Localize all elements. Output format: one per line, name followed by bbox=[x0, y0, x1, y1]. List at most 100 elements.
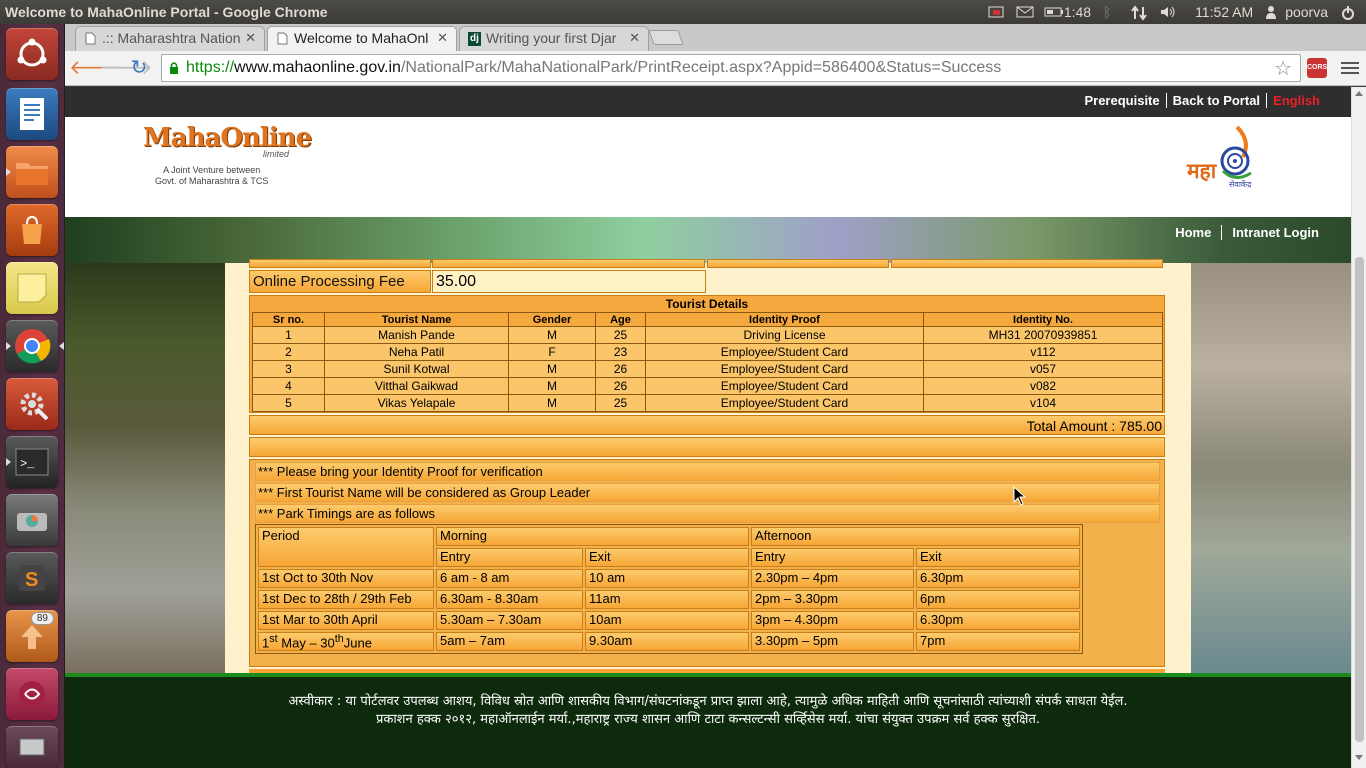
cell-gender: M bbox=[508, 326, 596, 344]
tourist-details-title: Tourist Details bbox=[665, 297, 749, 311]
lock-icon bbox=[170, 62, 178, 74]
col-age: Age bbox=[595, 312, 646, 327]
dash-home-icon[interactable] bbox=[6, 28, 58, 80]
user-name[interactable]: poorva bbox=[1285, 4, 1328, 20]
software-center-icon[interactable] bbox=[6, 204, 58, 256]
trash-icon[interactable] bbox=[6, 726, 58, 768]
cell-age: 26 bbox=[595, 360, 646, 378]
workspace-switcher-icon[interactable] bbox=[6, 668, 58, 720]
cell-tourist-name: Manish Pande bbox=[324, 326, 509, 344]
network-icon[interactable] bbox=[1131, 5, 1147, 21]
morning-exit-header: Exit bbox=[585, 548, 749, 567]
files-folder-icon[interactable] bbox=[6, 146, 58, 198]
period-cell: 1st May – 30thJune bbox=[258, 632, 434, 652]
nav-links: Home Intranet Login bbox=[1165, 225, 1329, 240]
page-scrollbar[interactable] bbox=[1351, 87, 1366, 768]
volume-icon[interactable] bbox=[1159, 5, 1175, 19]
django-icon: dj bbox=[468, 32, 481, 46]
tab-django-tutorial[interactable]: dj Writing your first Djar ✕ bbox=[459, 26, 649, 51]
logo-limited-text: limited bbox=[263, 149, 290, 159]
battery-time[interactable]: 1:48 bbox=[1064, 4, 1091, 20]
clock[interactable]: 11:52 AM bbox=[1195, 4, 1253, 20]
period-text: June bbox=[343, 635, 372, 651]
libreoffice-writer-icon[interactable] bbox=[6, 88, 58, 140]
cell-identity-no: v112 bbox=[923, 343, 1163, 361]
cell-gender: M bbox=[508, 360, 596, 378]
address-bar[interactable]: https://www.mahaonline.gov.in/NationalPa… bbox=[161, 54, 1301, 82]
hidden-row-value bbox=[432, 259, 705, 268]
cell-sr-no: 1 bbox=[252, 326, 325, 344]
afternoon-entry-cell: 2pm – 3.30pm bbox=[751, 590, 914, 609]
scroll-down-arrow-icon[interactable] bbox=[1355, 755, 1363, 760]
logo-subtitle: A Joint Venture between Govt. of Maharas… bbox=[155, 165, 268, 187]
power-icon[interactable] bbox=[1340, 5, 1356, 20]
tab-mahaonline-welcome[interactable]: Welcome to MahaOnl ✕ bbox=[267, 26, 457, 51]
tab-close-icon[interactable]: ✕ bbox=[245, 30, 256, 46]
nav-band: Home Intranet Login bbox=[65, 217, 1351, 263]
period-header: Period bbox=[258, 527, 434, 567]
tab-close-icon[interactable]: ✕ bbox=[437, 30, 448, 46]
language-link[interactable]: English bbox=[1266, 93, 1326, 108]
sticky-notes-icon[interactable] bbox=[6, 262, 58, 314]
chrome-menu-icon[interactable] bbox=[1341, 59, 1359, 77]
col-sr-no: Sr no. bbox=[252, 312, 325, 327]
terminal-icon[interactable]: >_ bbox=[6, 436, 58, 488]
tab-label: Welcome to MahaOnl bbox=[294, 30, 429, 46]
back-arrow-icon[interactable]: 🡐 bbox=[69, 57, 123, 79]
morning-entry-cell: 6 am - 8 am bbox=[436, 569, 583, 588]
tab-maharashtra-national-park[interactable]: .:: Maharashtra Nation ✕ bbox=[75, 26, 265, 51]
table-row: 5 Vikas Yelapale M 25 Employee/Student C… bbox=[252, 394, 1163, 412]
chrome-icon[interactable] bbox=[6, 320, 64, 372]
disclaimer-text: अस्वीकार : या पोर्टलवर उपलब्ध आशय, विविध… bbox=[288, 694, 1128, 709]
cors-extension-icon[interactable]: CORS bbox=[1307, 58, 1327, 78]
cell-tourist-name: Vitthal Gaikwad bbox=[324, 377, 509, 395]
fee-value: 35.00 bbox=[432, 270, 706, 293]
prerequisite-link[interactable]: Prerequisite bbox=[1078, 93, 1165, 108]
cell-sr-no: 2 bbox=[252, 343, 325, 361]
timings-row: 1st May – 30thJune 5am – 7am 9.30am 3.30… bbox=[258, 632, 1080, 652]
mail-icon[interactable] bbox=[1016, 5, 1034, 19]
forest-background-left bbox=[65, 263, 225, 673]
cell-gender: F bbox=[508, 343, 596, 361]
home-link[interactable]: Home bbox=[1165, 225, 1221, 240]
system-settings-icon[interactable] bbox=[6, 378, 58, 430]
update-manager-icon[interactable]: 89 bbox=[6, 610, 58, 662]
update-count-badge: 89 bbox=[30, 612, 54, 625]
battery-icon[interactable] bbox=[1044, 5, 1063, 19]
tab-close-icon[interactable]: ✕ bbox=[629, 30, 640, 46]
back-to-portal-link[interactable]: Back to Portal bbox=[1165, 93, 1266, 108]
table-row: 2 Neha Patil F 23 Employee/Student Card … bbox=[252, 343, 1163, 361]
new-tab-button[interactable] bbox=[648, 30, 684, 45]
morning-entry-cell: 5.30am – 7.30am bbox=[436, 611, 583, 630]
cell-age: 23 bbox=[595, 343, 646, 361]
scroll-up-arrow-icon[interactable] bbox=[1355, 91, 1363, 96]
col-identity-no: Identity No. bbox=[923, 312, 1163, 327]
page-icon bbox=[276, 32, 289, 46]
scroll-thumb[interactable] bbox=[1355, 257, 1364, 742]
forward-arrow-icon[interactable]: 🡒 bbox=[99, 57, 153, 79]
cell-identity-no: v082 bbox=[923, 377, 1163, 395]
url-host: www.mahaonline.gov.in bbox=[234, 59, 401, 76]
table-row: 3 Sunil Kotwal M 26 Employee/Student Car… bbox=[252, 360, 1163, 378]
tourist-table: Sr no. Tourist Name Gender Age Identity … bbox=[252, 312, 1163, 412]
sublime-text-icon[interactable]: S bbox=[6, 552, 58, 604]
morning-exit-cell: 11am bbox=[585, 590, 749, 609]
fee-label: Online Processing Fee bbox=[249, 270, 431, 293]
intranet-login-link[interactable]: Intranet Login bbox=[1221, 225, 1329, 240]
mouse-cursor-icon bbox=[1013, 486, 1027, 506]
bluetooth-icon[interactable]: ᛒ bbox=[1103, 5, 1119, 19]
disk-usage-icon[interactable] bbox=[6, 494, 58, 546]
morning-exit-cell: 10 am bbox=[585, 569, 749, 588]
total-amount: Total Amount : 785.00 bbox=[249, 415, 1165, 435]
keyboard-layout-icon[interactable] bbox=[988, 5, 1004, 19]
logo-sub-line2: Govt. of Maharashtra & TCS bbox=[155, 176, 269, 186]
reload-icon[interactable]: ↻ bbox=[127, 57, 151, 79]
site-header: MahaOnline limited A Joint Venture betwe… bbox=[65, 117, 1351, 217]
period-cell: 1st Mar to 30th April bbox=[258, 611, 434, 630]
cell-sr-no: 3 bbox=[252, 360, 325, 378]
bookmark-star-icon[interactable]: ☆ bbox=[1274, 56, 1292, 81]
user-icon[interactable] bbox=[1265, 5, 1281, 19]
cell-identity-no: v057 bbox=[923, 360, 1163, 378]
note-identity-proof: *** Please bring your Identity Proof for… bbox=[255, 462, 1160, 481]
cell-tourist-name: Vikas Yelapale bbox=[324, 394, 509, 412]
